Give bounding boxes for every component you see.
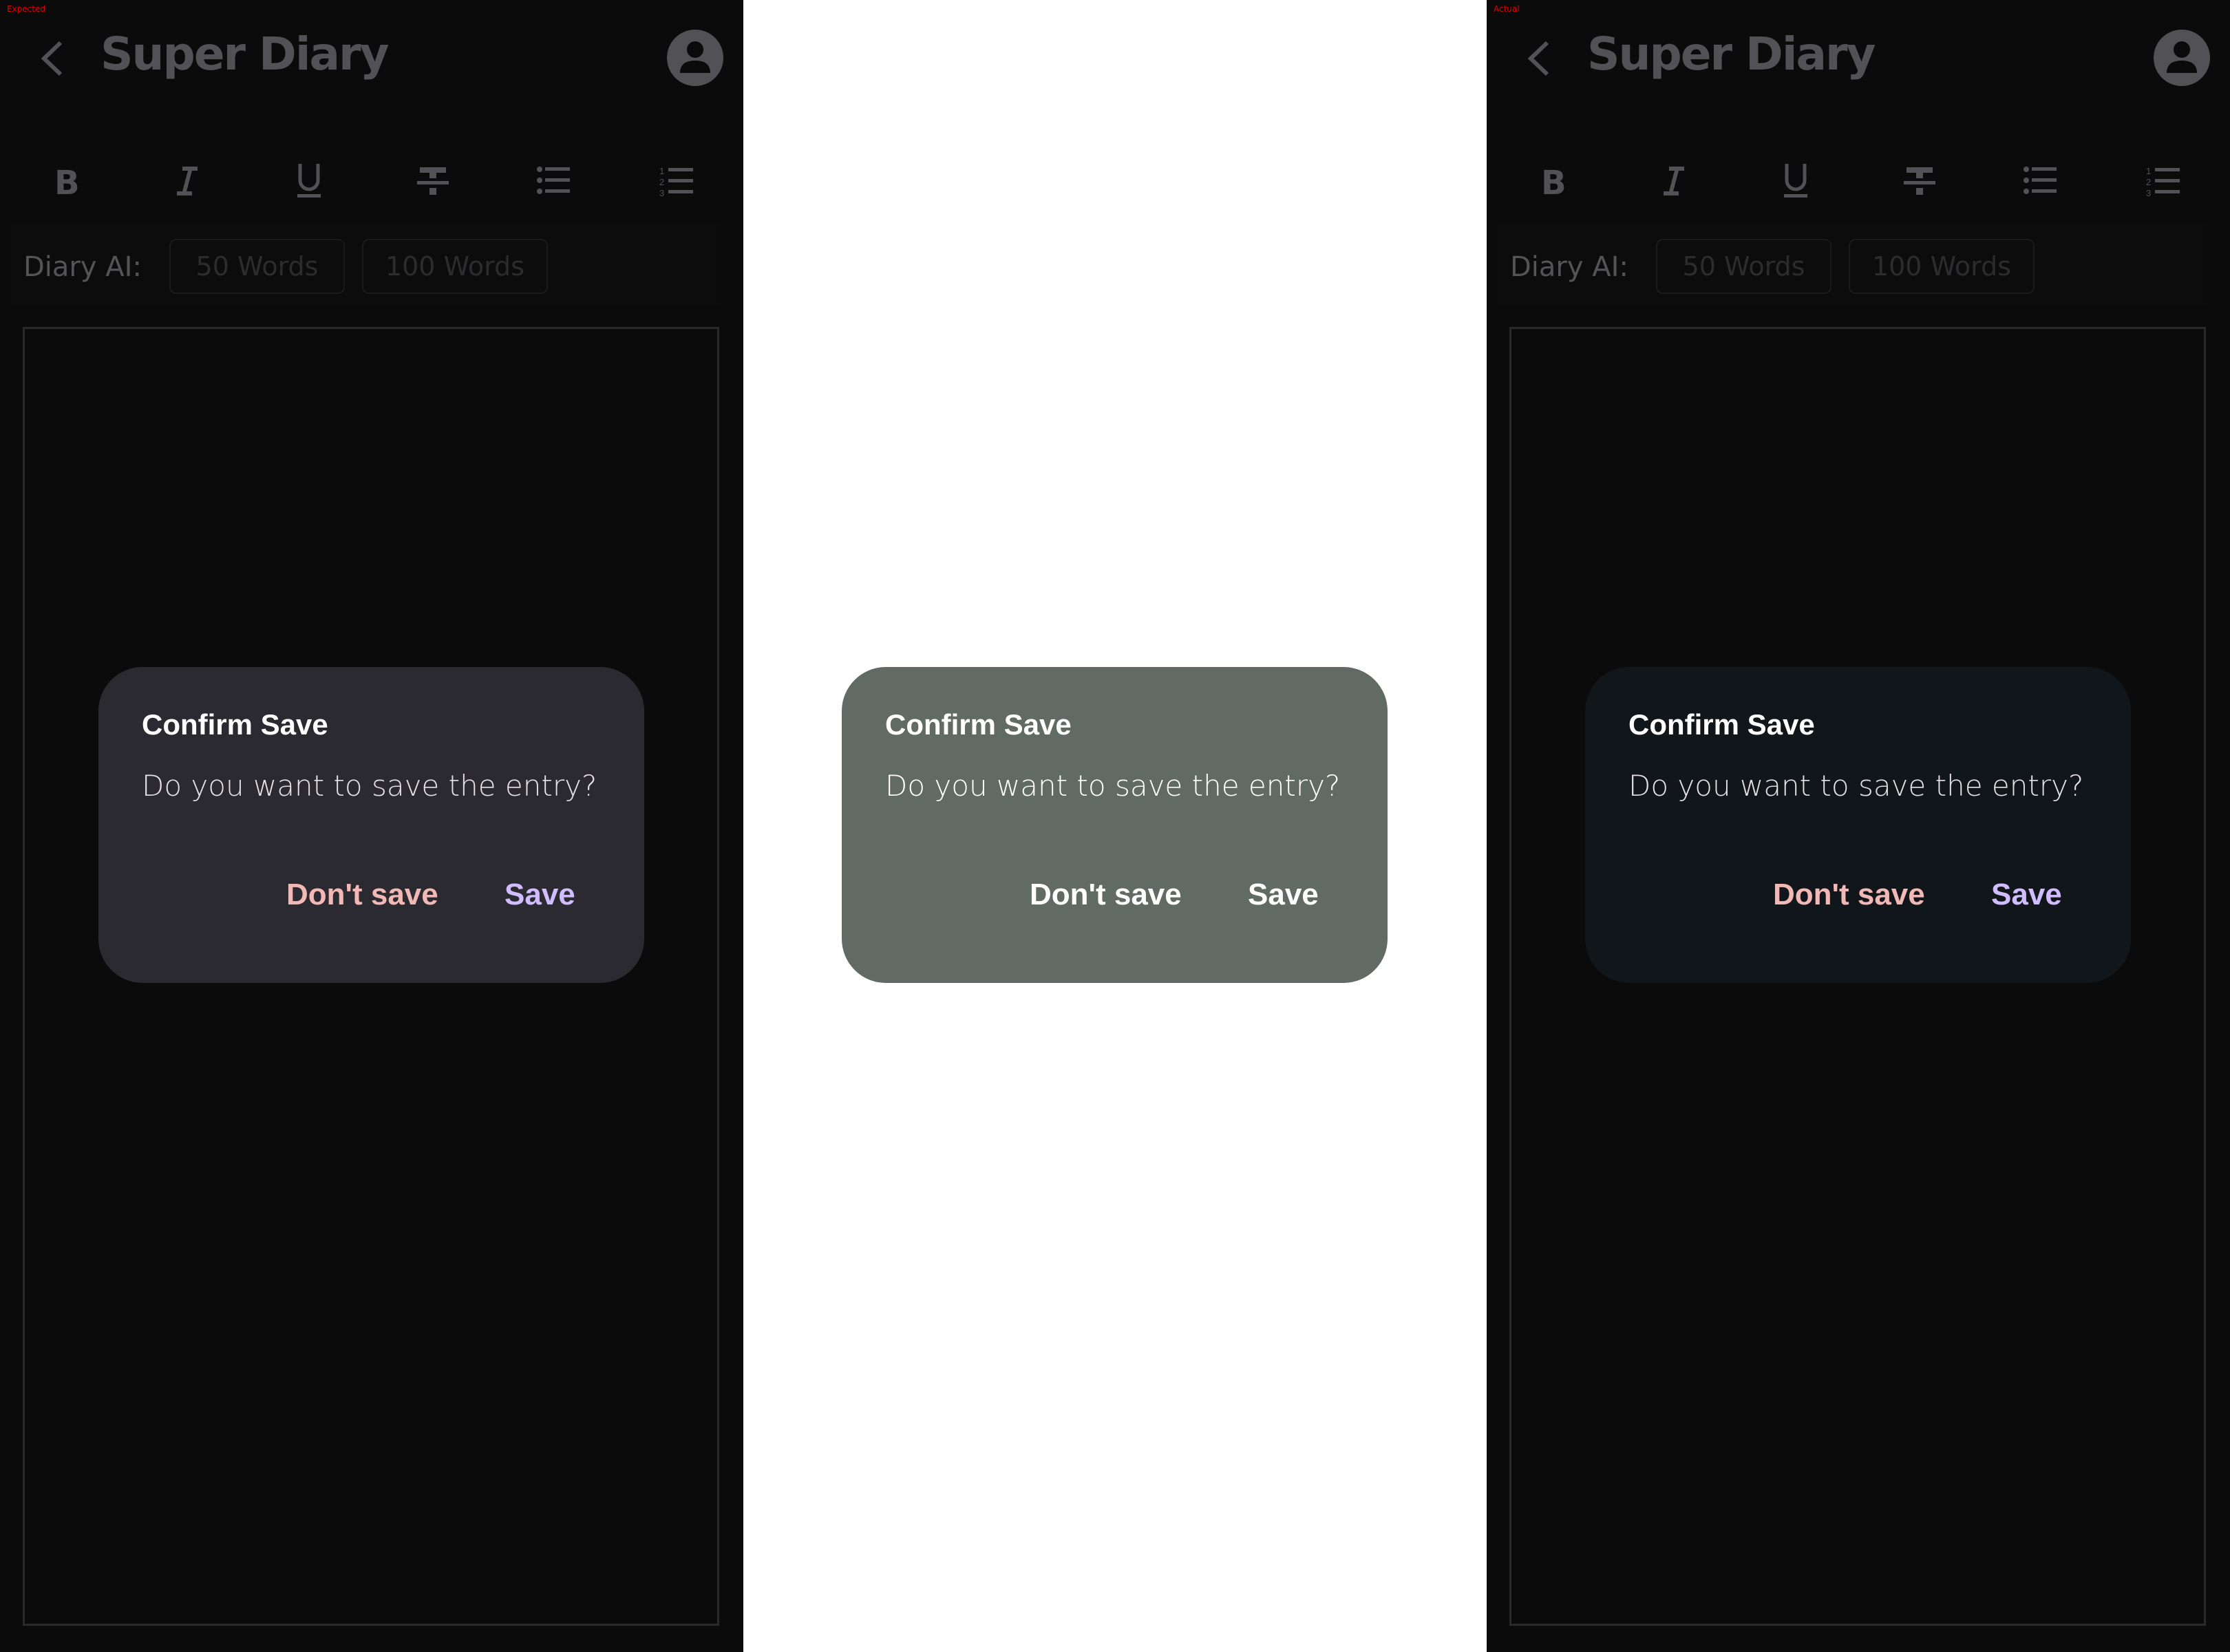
account-icon (667, 30, 723, 86)
format-toolbar: B 123 (1487, 155, 2230, 206)
strikethrough-icon (1904, 167, 1935, 195)
ai-50-words-button[interactable]: 50 Words (169, 239, 345, 294)
numbered-list-icon: 123 (659, 166, 693, 196)
svg-text:B: B (54, 164, 79, 198)
diary-ai-bar: Diary AI: 50 Words 100 Words (11, 224, 720, 305)
strikethrough-button[interactable] (409, 155, 457, 206)
back-button[interactable] (36, 40, 70, 77)
app-title: Super Diary (100, 28, 390, 81)
dialog-message: Do you want to save the entry? (1628, 769, 2084, 803)
chevron-left-icon (41, 41, 63, 76)
numbered-list-icon: 123 (2146, 166, 2180, 196)
svg-text:2: 2 (2146, 177, 2151, 187)
bold-button[interactable]: B (41, 155, 89, 206)
underline-icon (1784, 163, 1807, 198)
actual-panel: Actual Super Diary B 123 Diary AI: 50 Wo… (1487, 0, 2230, 1652)
bulleted-list-button[interactable] (2017, 155, 2065, 206)
save-button[interactable]: Save (1248, 878, 1319, 912)
bold-button[interactable]: B (1528, 155, 1576, 206)
confirm-save-dialog: Confirm Save Do you want to save the ent… (1585, 667, 2131, 983)
bulleted-list-icon (2024, 166, 2057, 194)
bold-icon: B (1541, 164, 1566, 198)
svg-text:3: 3 (2146, 188, 2151, 196)
panel-label: Actual (1494, 4, 1520, 14)
ai-50-words-button[interactable]: 50 Words (1656, 239, 1831, 294)
diary-ai-bar: Diary AI: 50 Words 100 Words (1498, 224, 2207, 305)
diary-ai-label: Diary AI: (1510, 251, 1628, 283)
profile-button[interactable] (2153, 29, 2211, 87)
ai-100-words-button[interactable]: 100 Words (362, 239, 548, 294)
svg-text:2: 2 (659, 177, 664, 187)
underline-button[interactable] (1772, 155, 1820, 206)
bold-icon: B (54, 164, 79, 198)
bulleted-list-icon (537, 166, 570, 194)
panel-label: Expected (7, 4, 45, 14)
numbered-list-button[interactable]: 123 (652, 155, 701, 206)
italic-icon (1664, 166, 1684, 195)
save-button[interactable]: Save (505, 878, 575, 912)
diff-panel: Confirm Save Do you want to save the ent… (743, 0, 1487, 1652)
svg-text:B: B (1541, 164, 1566, 198)
ai-100-words-button[interactable]: 100 Words (1849, 239, 2035, 294)
back-button[interactable] (1522, 40, 1557, 77)
account-icon (2154, 30, 2210, 86)
app-title: Super Diary (1587, 28, 1876, 81)
svg-text:1: 1 (2146, 166, 2151, 176)
italic-button[interactable] (1650, 155, 1699, 206)
profile-button[interactable] (666, 29, 724, 87)
diary-ai-label: Diary AI: (23, 251, 142, 283)
svg-text:1: 1 (659, 166, 664, 176)
strikethrough-icon (417, 167, 449, 195)
dialog-title: Confirm Save (142, 708, 328, 741)
confirm-save-dialog: Confirm Save Do you want to save the ent… (842, 667, 1388, 983)
underline-icon (297, 163, 321, 198)
numbered-list-button[interactable]: 123 (2139, 155, 2187, 206)
svg-text:3: 3 (659, 188, 664, 196)
save-button[interactable]: Save (1991, 878, 2062, 912)
italic-icon (177, 166, 198, 195)
dont-save-button[interactable]: Don't save (1773, 878, 1925, 912)
chevron-left-icon (1527, 41, 1549, 76)
strikethrough-button[interactable] (1895, 155, 1944, 206)
dialog-message: Do you want to save the entry? (885, 769, 1341, 803)
dialog-title: Confirm Save (885, 708, 1072, 741)
confirm-save-dialog: Confirm Save Do you want to save the ent… (98, 667, 644, 983)
dialog-title: Confirm Save (1628, 708, 1815, 741)
bulleted-list-button[interactable] (530, 155, 578, 206)
expected-panel: Expected Super Diary B 123 Diary AI: 50 … (0, 0, 743, 1652)
dont-save-button[interactable]: Don't save (286, 878, 438, 912)
underline-button[interactable] (285, 155, 333, 206)
dialog-message: Do you want to save the entry? (142, 769, 597, 803)
format-toolbar: B 123 (0, 155, 743, 206)
italic-button[interactable] (164, 155, 212, 206)
dont-save-button[interactable]: Don't save (1030, 878, 1182, 912)
